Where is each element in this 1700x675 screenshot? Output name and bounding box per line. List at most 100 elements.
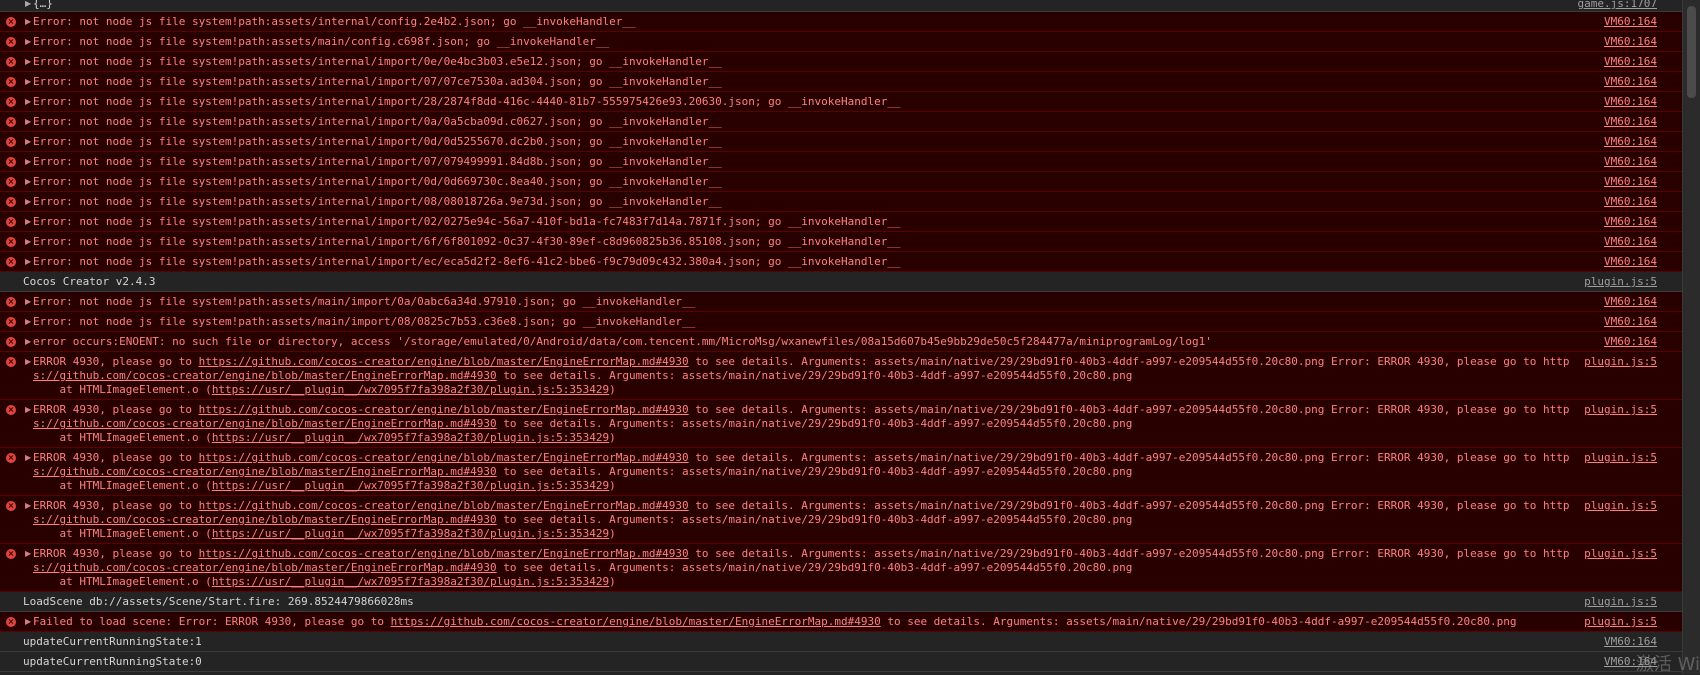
source-link[interactable]: plugin.js:5 [1584, 275, 1657, 289]
expand-triangle-icon[interactable]: ▶ [25, 615, 31, 629]
expand-triangle-icon[interactable]: ▶ [25, 403, 31, 417]
expand-triangle-icon[interactable]: ▶ [25, 355, 31, 369]
source-link[interactable]: VM60:164 [1604, 115, 1657, 129]
console-row-error4930[interactable]: × ▶ ERROR 4930, please go to https://githu… [0, 496, 1683, 544]
error-icon: × [6, 405, 16, 415]
source-link[interactable]: plugin.js:5 [1584, 615, 1657, 629]
expand-triangle-icon[interactable]: ▶ [25, 547, 31, 561]
expand-triangle-icon[interactable]: ▶ [25, 195, 31, 209]
source-link[interactable]: VM60:164 [1604, 315, 1657, 329]
expand-triangle-icon[interactable]: ▶ [25, 235, 31, 249]
expand-triangle-icon[interactable]: ▶ [25, 115, 31, 129]
source-link[interactable]: VM60:164 [1604, 155, 1657, 169]
expand-triangle-icon[interactable]: ▶ [25, 215, 31, 229]
console-row-error[interactable]: × ▶ error occurs:ENOENT: no such file or d… [0, 332, 1683, 352]
error-map-link[interactable]: https://github.com/cocos-creator/engine/… [199, 355, 689, 368]
expand-triangle-icon[interactable]: ▶ [25, 0, 31, 11]
error-map-link[interactable]: s://github.com/cocos-creator/engine/blob… [33, 561, 497, 574]
console-row-error4930[interactable]: × ▶ ERROR 4930, please go to https://githu… [0, 352, 1683, 400]
source-link[interactable]: VM60:164 [1604, 235, 1657, 249]
expand-triangle-icon[interactable]: ▶ [25, 315, 31, 329]
source-link[interactable]: VM60:164 [1604, 255, 1657, 269]
console-message: Failed to load scene: Error: ERROR 4930,… [33, 615, 1543, 629]
stack-link[interactable]: https://usr/__plugin__/wx7095f7fa398a2f3… [212, 527, 609, 540]
source-link[interactable]: VM60:164 [1604, 215, 1657, 229]
source-link[interactable]: VM60:164 [1604, 95, 1657, 109]
expand-triangle-icon[interactable]: ▶ [25, 15, 31, 29]
console-row-log[interactable]: Cocos Creator v2.4.3 plugin.js:5 [0, 272, 1683, 292]
source-link[interactable]: VM60:164 [1604, 195, 1657, 209]
source-link[interactable]: plugin.js:5 [1584, 451, 1657, 465]
source-link[interactable]: VM60:164 [1604, 175, 1657, 189]
expand-triangle-icon[interactable]: ▶ [25, 55, 31, 69]
scrollbar-thumb[interactable] [1687, 6, 1696, 98]
console-row-error[interactable]: × ▶ Error: not node js file system!path:as… [0, 112, 1683, 132]
expand-triangle-icon[interactable]: ▶ [25, 451, 31, 465]
error-map-link[interactable]: https://github.com/cocos-creator/engine/… [199, 499, 689, 512]
source-link[interactable]: plugin.js:5 [1584, 499, 1657, 513]
message-line: ERROR 4930, please go to https://github.… [33, 451, 1569, 465]
source-link[interactable]: VM60:164 [1604, 335, 1657, 349]
expand-triangle-icon[interactable]: ▶ [25, 155, 31, 169]
scrollbar[interactable] [1682, 0, 1700, 674]
expand-triangle-icon[interactable]: ▶ [25, 499, 31, 513]
expand-triangle-icon[interactable]: ▶ [25, 35, 31, 49]
source-link[interactable]: VM60:164 [1604, 635, 1657, 649]
console-row-error[interactable]: × ▶ Error: not node js file system!path:as… [0, 192, 1683, 212]
console-row-error[interactable]: × ▶ Error: not node js file system!path:as… [0, 172, 1683, 192]
error-map-link[interactable]: https://github.com/cocos-creator/engine/… [391, 615, 881, 628]
expand-triangle-icon[interactable]: ▶ [25, 255, 31, 269]
source-link[interactable]: plugin.js:5 [1584, 403, 1657, 417]
console-row-error4930[interactable]: × ▶ ERROR 4930, please go to https://githu… [0, 544, 1683, 592]
source-link[interactable]: plugin.js:5 [1584, 547, 1657, 561]
console-row-error[interactable]: × ▶ Error: not node js file system!path:as… [0, 52, 1683, 72]
expand-triangle-icon[interactable]: ▶ [25, 75, 31, 89]
error-map-link[interactable]: s://github.com/cocos-creator/engine/blob… [33, 465, 497, 478]
expand-triangle-icon[interactable]: ▶ [25, 95, 31, 109]
source-link[interactable]: game.js:1707 [1578, 0, 1657, 11]
console-row-object[interactable]: ▶ {…} game.js:1707 [0, 0, 1683, 12]
message-text: at HTMLImageElement.o ( [33, 383, 212, 396]
console-row-error[interactable]: × ▶ Error: not node js file system!path:as… [0, 212, 1683, 232]
console-row-error[interactable]: × ▶ Error: not node js file system!path:as… [0, 232, 1683, 252]
stack-link[interactable]: https://usr/__plugin__/wx7095f7fa398a2f3… [212, 575, 609, 588]
console-row-error4930[interactable]: × ▶ ERROR 4930, please go to https://githu… [0, 400, 1683, 448]
console-row-error[interactable]: × ▶ Error: not node js file system!path:as… [0, 252, 1683, 272]
console-row-error[interactable]: × ▶ Error: not node js file system!path:as… [0, 72, 1683, 92]
error-map-link[interactable]: s://github.com/cocos-creator/engine/blob… [33, 369, 497, 382]
console-row-error[interactable]: × ▶ Error: not node js file system!path:as… [0, 152, 1683, 172]
source-link[interactable]: VM60:164 [1604, 15, 1657, 29]
source-link[interactable]: plugin.js:5 [1584, 595, 1657, 609]
expand-triangle-icon[interactable]: ▶ [25, 295, 31, 309]
stack-link[interactable]: https://usr/__plugin__/wx7095f7fa398a2f3… [212, 431, 609, 444]
source-link[interactable]: VM60:164 [1604, 55, 1657, 69]
error-map-link[interactable]: s://github.com/cocos-creator/engine/blob… [33, 513, 497, 526]
error-map-link[interactable]: https://github.com/cocos-creator/engine/… [199, 403, 689, 416]
expand-triangle-icon[interactable]: ▶ [25, 335, 31, 349]
console-row-failed-scene[interactable]: × ▶ Failed to load scene: Error: ERROR 4… [0, 612, 1683, 632]
console-row-error[interactable]: × ▶ Error: not node js file system!path:as… [0, 292, 1683, 312]
console-row-error4930[interactable]: × ▶ ERROR 4930, please go to https://githu… [0, 448, 1683, 496]
stack-link[interactable]: https://usr/__plugin__/wx7095f7fa398a2f3… [212, 383, 609, 396]
source-link[interactable]: plugin.js:5 [1584, 355, 1657, 369]
expand-triangle-icon[interactable]: ▶ [25, 135, 31, 149]
error-icon: × [6, 317, 16, 327]
error-map-link[interactable]: s://github.com/cocos-creator/engine/blob… [33, 417, 497, 430]
error-map-link[interactable]: https://github.com/cocos-creator/engine/… [199, 547, 689, 560]
error-map-link[interactable]: https://github.com/cocos-creator/engine/… [199, 451, 689, 464]
source-link[interactable]: VM60:164 [1604, 135, 1657, 149]
message-text: ) [609, 431, 616, 444]
console-row-error[interactable]: × ▶ Error: not node js file system!path:as… [0, 92, 1683, 112]
message-text: at HTMLImageElement.o ( [33, 527, 212, 540]
console-row-error[interactable]: × ▶ Error: not node js file system!path:as… [0, 32, 1683, 52]
message-text: to see details. Arguments: assets/main/n… [496, 513, 1133, 526]
source-link[interactable]: VM60:164 [1604, 295, 1657, 309]
expand-triangle-icon[interactable]: ▶ [25, 175, 31, 189]
console-row-error[interactable]: × ▶ Error: not node js file system!path:as… [0, 132, 1683, 152]
console-message: updateCurrentRunningState:0 [23, 655, 202, 668]
console-row-error[interactable]: × ▶ Error: not node js file system!path:as… [0, 312, 1683, 332]
source-link[interactable]: VM60:164 [1604, 75, 1657, 89]
source-link[interactable]: VM60:164 [1604, 35, 1657, 49]
console-row-error[interactable]: × ▶ Error: not node js file system!path:as… [0, 12, 1683, 32]
stack-link[interactable]: https://usr/__plugin__/wx7095f7fa398a2f3… [212, 479, 609, 492]
